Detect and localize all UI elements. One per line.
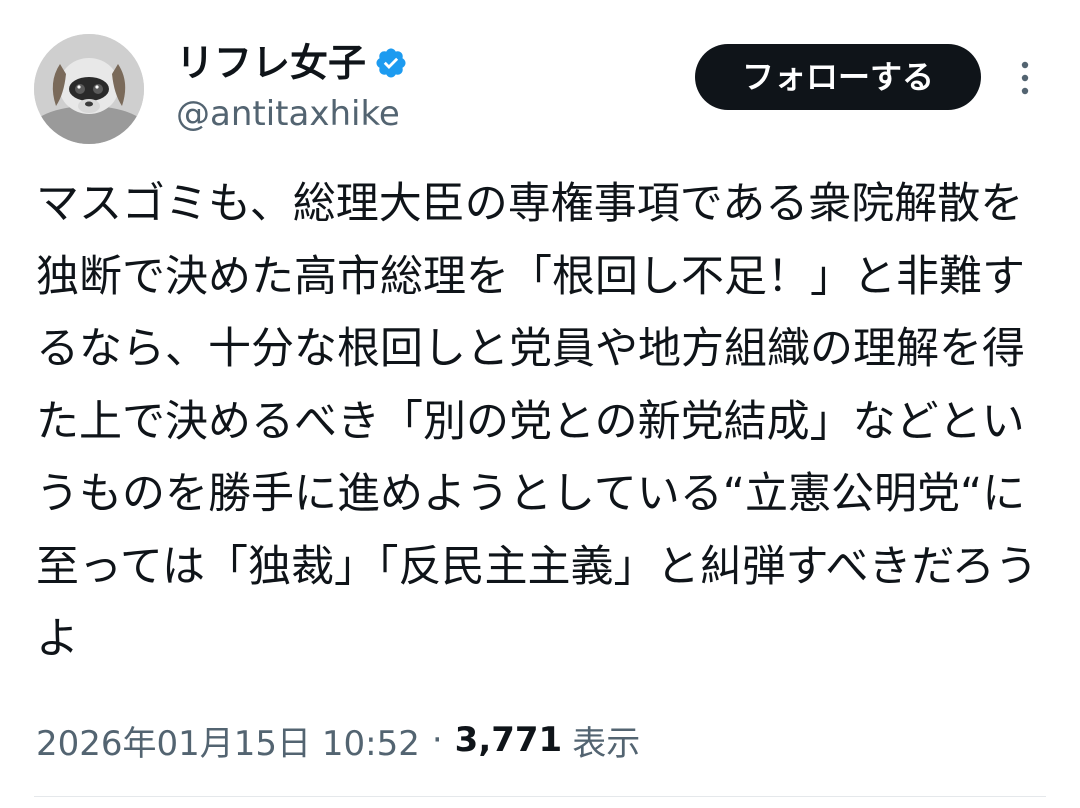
- tweet-meta: 2026年01月15日 10:52 · 3,771 表示: [36, 712, 640, 768]
- more-vertical-icon[interactable]: [1012, 58, 1038, 98]
- views-count: 3,771: [454, 720, 563, 760]
- author-display-name[interactable]: リフレ女子: [176, 38, 366, 88]
- author-name-row[interactable]: リフレ女子: [176, 38, 408, 88]
- meta-separator: ·: [431, 720, 443, 760]
- divider: [34, 796, 1046, 797]
- views-label: 表示: [572, 723, 641, 764]
- follow-button[interactable]: フォローする: [695, 44, 981, 110]
- tweet-timestamp[interactable]: 2026年01月15日 10:52: [36, 716, 420, 765]
- author-handle[interactable]: @antitaxhike: [176, 92, 400, 136]
- verified-badge-icon[interactable]: [374, 46, 408, 80]
- avatar[interactable]: [34, 34, 144, 144]
- robot-dog-avatar-icon: [34, 34, 144, 144]
- tweet-text: マスゴミも、総理大臣の専権事項である衆院解散を独断で決めた高市総理を「根回し不足…: [36, 179, 1038, 664]
